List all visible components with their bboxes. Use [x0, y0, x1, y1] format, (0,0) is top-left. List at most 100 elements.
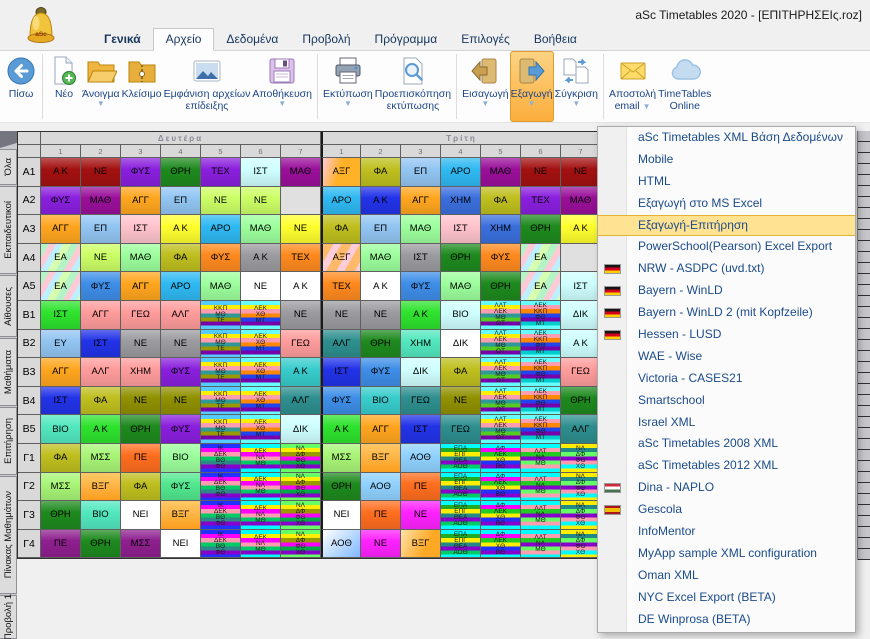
timetable-cell[interactable]: ΓΕΩ — [561, 358, 601, 387]
timetable-cell[interactable]: ΛΛΤΛΕΚΜΘΟΤ — [481, 387, 521, 416]
timetable-cell[interactable]: ΕΥ — [41, 330, 81, 359]
timetable-cell[interactable]: ΚΚΠΜΘΤΕ — [201, 358, 241, 387]
timetable-cell[interactable]: ΝΛΔΦΦΘΧΘ — [561, 530, 601, 559]
export-menu-item[interactable]: Gescola — [598, 499, 855, 521]
toolbar-button-πίσω[interactable]: Πίσω — [4, 51, 38, 122]
export-menu-item[interactable]: aSc Timetables XML Βάση Δεδομένων — [598, 127, 855, 149]
timetable-cell[interactable]: ΕΠΑΕΠΓΘΕΑΑΟΘ — [441, 530, 481, 559]
toolbar-button-timetables[interactable]: TimeTablesOnline — [657, 51, 712, 122]
timetable-cell[interactable]: ΙΣΤ — [81, 330, 121, 359]
timetable-cell[interactable]: ΑΡΟ — [441, 158, 481, 187]
timetable-cell[interactable]: ΔΦΛΕΚΧΘΒΘ — [481, 501, 521, 530]
timetable-cell[interactable]: ΜΑΘ — [121, 244, 161, 273]
timetable-cell[interactable]: ΝΕ — [121, 387, 161, 416]
timetable-cell[interactable]: ΛΛΤΝΛΜΘ — [521, 444, 561, 473]
export-menu-item[interactable]: aSc Timetables 2008 XML — [598, 433, 855, 455]
timetable-cell[interactable]: ΦΥΣ — [161, 415, 201, 444]
timetable-cell[interactable]: ΚΚΠΜΘΤΕ — [201, 415, 241, 444]
export-menu-item[interactable]: NRW - ASDPC (uvd.txt) — [598, 258, 855, 280]
timetable-cell[interactable]: ΑΡΟ — [321, 187, 361, 216]
class-row-label[interactable]: A4 — [18, 244, 41, 273]
timetable-cell[interactable]: ΓΕΩ — [441, 415, 481, 444]
timetable-cell[interactable]: ΜΑΘ — [441, 272, 481, 301]
timetable-cell[interactable]: ΑΛΓ — [81, 358, 121, 387]
timetable-cell[interactable]: ΙΣΤ — [401, 415, 441, 444]
timetable-cell[interactable]: ΝΕ — [81, 244, 121, 273]
timetable-cell[interactable]: ΕΠ — [161, 187, 201, 216]
timetable-cell[interactable]: ΔΙΚ — [441, 330, 481, 359]
timetable-cell[interactable]: ΒΙΟ — [161, 444, 201, 473]
view-tab-6[interactable]: Πίνακας Μαθημάτων — [0, 476, 17, 594]
timetable-cell[interactable]: ΛΕΚΚΚΠΦΘΜΤ — [521, 301, 561, 330]
timetable-cell[interactable]: ΛΛΤΝΛΜΘ — [521, 501, 561, 530]
timetable-cell[interactable]: ΔΙΚ — [401, 358, 441, 387]
timetable-cell[interactable]: ΝΕ — [361, 530, 401, 559]
toolbar-button-αποθήκευση[interactable]: Αποθήκευση▼ — [251, 51, 313, 122]
timetable-cell[interactable]: ΝΛΔΦΦΘΧΘ — [281, 501, 321, 530]
export-menu-item[interactable]: NYC Excel Export (BETA) — [598, 587, 855, 609]
export-menu-item[interactable]: DE Winprosa (BETA) — [598, 609, 855, 631]
timetable-cell[interactable]: ΔΕΚΝΛΜΘ — [241, 473, 281, 502]
timetable-cell[interactable]: Α Κ — [281, 272, 321, 301]
timetable-cell[interactable]: ΜΣΣ — [321, 444, 361, 473]
timetable-cell[interactable]: ΜΑΘ — [81, 187, 121, 216]
timetable-cell[interactable]: ΝΕ — [561, 158, 601, 187]
timetable-cell[interactable]: ΛΛΤΝΛΜΘ — [521, 473, 561, 502]
timetable-cell[interactable]: Α Κ — [361, 187, 401, 216]
timetable-cell[interactable]: ΛΛΤΝΛΜΘ — [521, 530, 561, 559]
timetable-cell[interactable]: ΝΛΔΦΦΘΧΘ — [281, 530, 321, 559]
timetable-cell[interactable]: ΜΑΘ — [201, 272, 241, 301]
timetable-cell[interactable]: ΘΡΗ — [481, 272, 521, 301]
timetable-cell[interactable]: ΓΕΩ — [281, 330, 321, 359]
timetable-cell[interactable]: ΑΞΓ — [321, 244, 361, 273]
timetable-cell[interactable]: ΝΛΔΦΦΘΧΘ — [561, 444, 601, 473]
export-menu-item[interactable]: Smartschool — [598, 390, 855, 412]
timetable-cell[interactable]: ΔΦΛΕΚΧΘΒΘ — [481, 473, 521, 502]
timetable-cell[interactable]: ΝΕΙ — [321, 501, 361, 530]
timetable-cell[interactable]: ΝΕ — [201, 187, 241, 216]
timetable-cell[interactable]: ΦΥΣ — [321, 387, 361, 416]
export-menu-item[interactable]: Bayern - WinLD — [598, 280, 855, 302]
timetable-cell[interactable]: ΘΡΗ — [81, 530, 121, 559]
timetable-cell[interactable]: ΜΑΘ — [481, 158, 521, 187]
export-menu-item[interactable]: WAE - Wise — [598, 346, 855, 368]
timetable-cell[interactable]: ΙΣΤ — [321, 358, 361, 387]
timetable-cell[interactable]: ΑΓΓ — [361, 415, 401, 444]
timetable-cell[interactable]: ΕΠΑΕΠΓΘΕΑΑΟΘ — [441, 444, 481, 473]
timetable-cell[interactable]: ΛΕΚΚΚΠΦΘΜΤ — [521, 330, 561, 359]
view-tab-1[interactable]: Όλα — [0, 149, 17, 185]
timetable-cell[interactable]: ΦΥΣ — [41, 187, 81, 216]
timetable-cell[interactable]: ΕΑ — [521, 244, 561, 273]
timetable-cell[interactable]: ΦΑ — [81, 387, 121, 416]
timetable-cell[interactable]: ΛΛΤΛΕΚΜΘΟΤ — [481, 330, 521, 359]
toolbar-button-σύγκριση[interactable]: Σύγκριση▼ — [554, 51, 599, 122]
timetable-cell[interactable]: ΒΞΓ — [401, 530, 441, 559]
toolbar-button-προεπισκόπηση[interactable]: Προεπισκόπησηεκτύπωσης — [374, 51, 452, 122]
timetable-cell[interactable]: ΝΛΔΦΦΘΧΘ — [281, 473, 321, 502]
timetable-cell[interactable]: ΛΕΚΧΘΜΤ — [241, 301, 281, 330]
timetable-cell[interactable]: ΦΑ — [41, 444, 81, 473]
timetable-cell[interactable]: ΠΕ — [361, 501, 401, 530]
timetable-cell[interactable]: ΑΞΓ — [321, 158, 361, 187]
timetable-cell[interactable]: ΤΕΧ — [281, 244, 321, 273]
timetable-cell[interactable]: ΑΛΓ — [561, 415, 601, 444]
export-menu-item[interactable]: Εξαγωγή-Επιτήρηση — [598, 215, 855, 237]
timetable-cell[interactable]: ΘΡΗ — [561, 387, 601, 416]
toolbar-button-εισαγωγή[interactable]: Εισαγωγή▼ — [461, 51, 509, 122]
class-row-label[interactable]: B2 — [18, 330, 41, 359]
app-bell-icon[interactable]: aSc — [22, 3, 60, 54]
toolbar-button-αποστολή[interactable]: Αποστολήemail ▼ — [608, 51, 657, 122]
export-menu-item[interactable]: Oman XML — [598, 565, 855, 587]
timetable-cell[interactable]: ΑΓΓ — [41, 215, 81, 244]
timetable-cell[interactable]: ΦΑ — [361, 158, 401, 187]
export-menu-item[interactable]: aSc Timetables 2012 XML — [598, 455, 855, 477]
timetable-cell[interactable]: ΜΣΣ — [121, 530, 161, 559]
timetable-cell[interactable]: ΒΙΟ — [441, 301, 481, 330]
timetable-cell[interactable]: ΦΥΣ — [81, 272, 121, 301]
ribbon-tab-4[interactable]: Προβολή — [290, 29, 362, 50]
class-row-label[interactable]: A1 — [18, 158, 41, 187]
timetable-cell[interactable]: ΝΕ — [121, 330, 161, 359]
timetable-cell[interactable]: Α Κ — [161, 215, 201, 244]
timetable-cell[interactable]: ΦΑ — [481, 187, 521, 216]
timetable-cell[interactable]: ΙΣΤ — [561, 272, 601, 301]
